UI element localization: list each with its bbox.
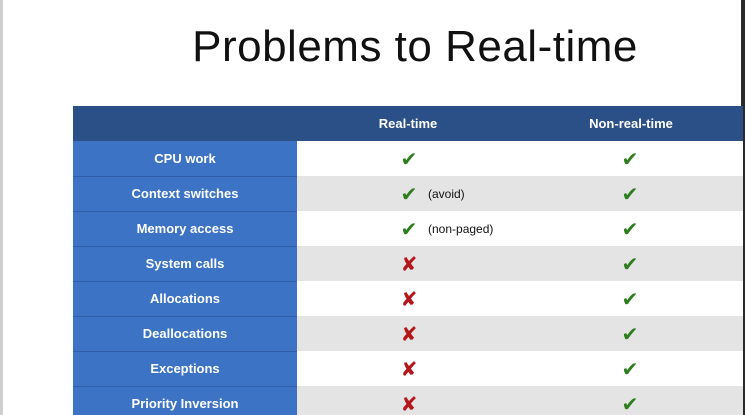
cross-icon: ✘ bbox=[400, 391, 418, 415]
check-icon: ✔ bbox=[621, 251, 639, 276]
row-label: Memory access bbox=[73, 211, 297, 247]
cell-non-real-time: ✔ bbox=[519, 211, 743, 246]
table-row: Deallocations ✘ ✔ bbox=[73, 316, 743, 352]
check-icon: ✔ bbox=[621, 356, 639, 381]
check-icon: ✔ bbox=[621, 181, 639, 206]
header-non-real-time: Non-real-time bbox=[519, 106, 743, 141]
cell-non-real-time: ✔ bbox=[519, 141, 743, 176]
table-row: Memory access ✔ (non-paged) ✔ bbox=[73, 211, 743, 247]
cross-icon: ✘ bbox=[400, 251, 418, 276]
cell-non-real-time: ✔ bbox=[519, 281, 743, 316]
row-label: System calls bbox=[73, 246, 297, 282]
real-time-note: (non-paged) bbox=[428, 221, 494, 236]
row-label: Priority Inversion bbox=[73, 386, 297, 415]
cell-real-time: ✘ bbox=[297, 386, 519, 415]
slide: Problems to Real-time Real-time Non-real… bbox=[0, 0, 745, 415]
cell-real-time: ✔ (non-paged) bbox=[297, 211, 519, 246]
check-icon: ✔ bbox=[621, 321, 639, 346]
row-label: CPU work bbox=[73, 141, 297, 177]
table-row: Allocations ✘ ✔ bbox=[73, 281, 743, 317]
cross-icon: ✘ bbox=[400, 286, 418, 311]
check-icon: ✔ bbox=[400, 146, 418, 171]
check-icon: ✔ bbox=[400, 216, 418, 241]
comparison-table: Real-time Non-real-time CPU work ✔ ✔ Contex… bbox=[73, 106, 743, 415]
cell-real-time: ✔ (avoid) bbox=[297, 176, 519, 211]
check-icon: ✔ bbox=[621, 216, 639, 241]
cell-real-time: ✘ bbox=[297, 246, 519, 281]
cell-real-time: ✘ bbox=[297, 281, 519, 316]
header-real-time: Real-time bbox=[297, 106, 519, 141]
table-body: CPU work ✔ ✔ Context switches ✔ (avoid) ✔ Memor… bbox=[73, 141, 743, 415]
check-icon: ✔ bbox=[621, 146, 639, 171]
row-label: Exceptions bbox=[73, 351, 297, 387]
table-row: System calls ✘ ✔ bbox=[73, 246, 743, 282]
cross-icon: ✘ bbox=[400, 321, 418, 346]
cell-non-real-time: ✔ bbox=[519, 246, 743, 281]
row-label: Allocations bbox=[73, 281, 297, 317]
cell-real-time: ✘ bbox=[297, 316, 519, 351]
cell-non-real-time: ✔ bbox=[519, 316, 743, 351]
cell-non-real-time: ✔ bbox=[519, 351, 743, 386]
header-corner bbox=[73, 106, 297, 141]
row-label: Context switches bbox=[73, 176, 297, 212]
real-time-note: (avoid) bbox=[428, 186, 465, 201]
table-row: Exceptions ✘ ✔ bbox=[73, 351, 743, 387]
table-row: Context switches ✔ (avoid) ✔ bbox=[73, 176, 743, 212]
cross-icon: ✘ bbox=[400, 356, 418, 381]
check-icon: ✔ bbox=[621, 286, 639, 311]
cell-non-real-time: ✔ bbox=[519, 176, 743, 211]
slide-title: Problems to Real-time bbox=[192, 22, 638, 71]
check-icon: ✔ bbox=[400, 181, 418, 206]
cell-non-real-time: ✔ bbox=[519, 386, 743, 415]
cell-real-time: ✔ bbox=[297, 141, 519, 176]
table-row: CPU work ✔ ✔ bbox=[73, 141, 743, 177]
check-icon: ✔ bbox=[621, 391, 639, 415]
table-header-row: Real-time Non-real-time bbox=[73, 106, 743, 141]
table-row: Priority Inversion ✘ ✔ bbox=[73, 386, 743, 415]
cell-real-time: ✘ bbox=[297, 351, 519, 386]
row-label: Deallocations bbox=[73, 316, 297, 352]
